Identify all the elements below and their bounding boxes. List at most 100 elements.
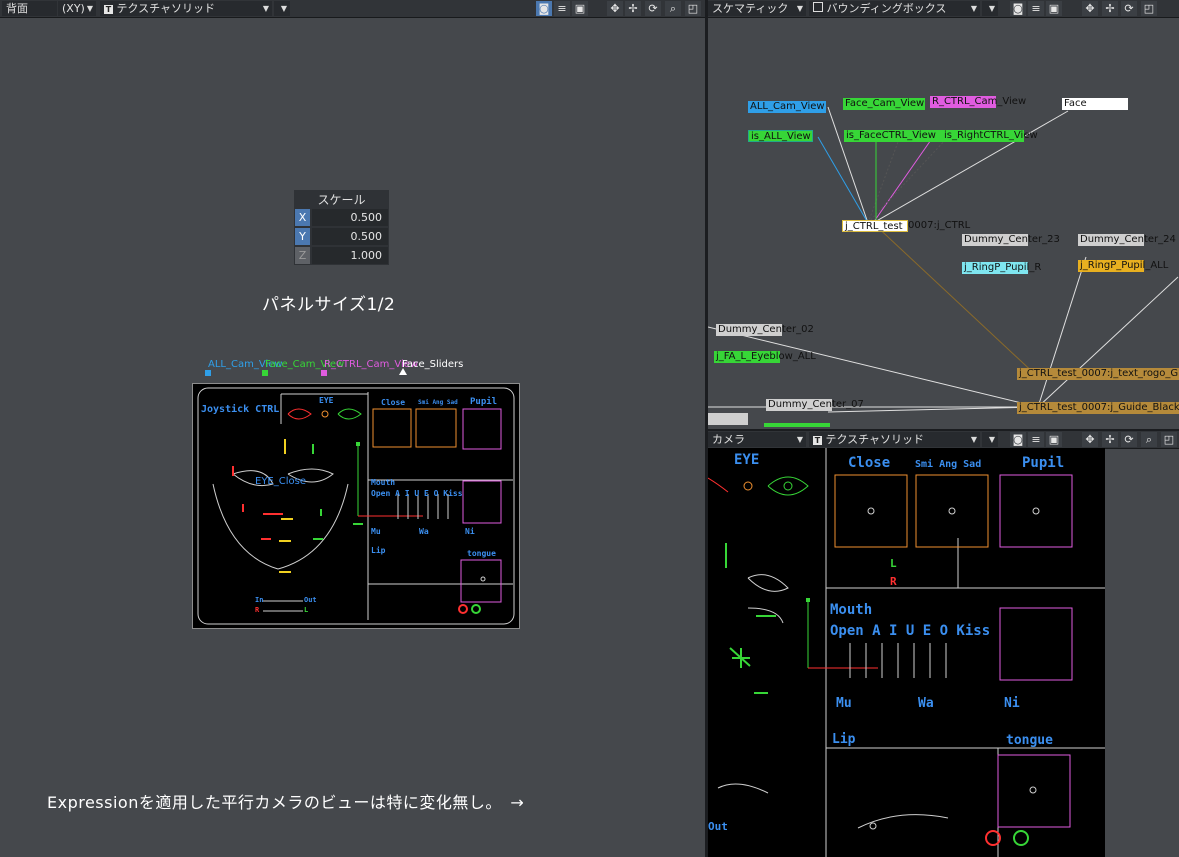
- schem-node-text-rogo[interactable]: j_CTRL_test_0007:j_text_rogo_Gl: [1017, 368, 1179, 380]
- viewport-header: スケマティック ▼ バウンディングボックス ▼ ▼ ◙ ≡ ▣ ✥ ✢ ⟳ ◰: [708, 0, 1179, 18]
- rotate-icon[interactable]: ⟳: [1121, 432, 1137, 447]
- mu-label: Mu: [371, 527, 381, 536]
- schem-node-dummy-center-24[interactable]: Dummy_Center_24: [1078, 234, 1176, 246]
- rotate-icon[interactable]: ⟳: [645, 1, 661, 16]
- tongue-label: tongue: [467, 549, 496, 558]
- schem-node-dummy-center-07[interactable]: Dummy_Center_07: [766, 399, 864, 411]
- null-marker[interactable]: [321, 370, 327, 376]
- scale-panel: スケール X 0.500 Y 0.500 Z 1.000: [294, 190, 389, 265]
- view-dropdown[interactable]: 背面: [2, 1, 57, 16]
- null-marker[interactable]: [262, 370, 268, 376]
- camera-icon[interactable]: ◙: [1010, 432, 1026, 447]
- wa-label: Wa: [419, 527, 429, 536]
- options-dropdown[interactable]: ▼: [982, 1, 998, 16]
- schem-node-is-all-view[interactable]: is_ALL_View: [748, 130, 813, 142]
- chevron-down-icon: ▼: [970, 4, 977, 13]
- camera-render[interactable]: EYE Close Smi Ang Sad Pupil Mouth Open A…: [708, 448, 1105, 857]
- save-icon[interactable]: ▣: [1046, 1, 1062, 16]
- cam-ni-label: Ni: [1004, 696, 1020, 711]
- view-dropdown[interactable]: カメラ ▼: [708, 432, 806, 447]
- scale-axis-z-label: Z: [295, 247, 310, 264]
- move-icon[interactable]: ✥: [1082, 432, 1098, 447]
- control-board-graphics: [197, 387, 515, 625]
- cam-smi-label: Smi Ang Sad: [915, 459, 982, 470]
- zoom-icon[interactable]: ⌕: [1141, 432, 1157, 447]
- move-icon[interactable]: ✥: [607, 1, 623, 16]
- null-marker[interactable]: [205, 370, 211, 376]
- schem-node-j-ctrl-test[interactable]: j_CTRL_test: [842, 220, 908, 232]
- pan-icon[interactable]: ✢: [625, 1, 641, 16]
- view-dropdown[interactable]: スケマティック ▼: [708, 1, 806, 16]
- smi-title: Smi Ang Sad: [418, 399, 458, 406]
- move-icon[interactable]: ✥: [1082, 1, 1098, 16]
- back-viewport[interactable]: 背面 (XY) ▼ T テクスチャソリッド ▼ ▼ ◙ ≡ ▣ ✥ ✢ ⟳ ⌕ ◰ …: [0, 0, 705, 857]
- schem-node-dummy-center-23[interactable]: Dummy_Center_23: [962, 234, 1060, 246]
- scale-z-field[interactable]: 1.000: [312, 247, 388, 264]
- chevron-down-icon: ▼: [988, 435, 995, 444]
- cam-r-label: R: [890, 575, 897, 588]
- caption-text: Expressionを適用した平行カメラのビューは特に変化無し。 →: [47, 793, 525, 812]
- save-icon[interactable]: ▣: [572, 1, 588, 16]
- scale-panel-title: スケール: [317, 193, 366, 207]
- camera-viewport[interactable]: カメラ ▼ T テクスチャソリッド ▼ ▼ ◙ ≡ ▣ ✥ ✢ ⟳ ⌕ ◰ EY…: [708, 431, 1179, 857]
- schem-node-is-rightctrl-view[interactable]: is_RightCTRL_View: [942, 130, 1038, 142]
- cam-out-label: Out: [708, 820, 728, 833]
- chevron-down-icon: ▼: [86, 4, 93, 13]
- schematic-viewport[interactable]: スケマティック ▼ バウンディングボックス ▼ ▼ ◙ ≡ ▣ ✥ ✢ ⟳ ◰ AL…: [708, 0, 1179, 429]
- panel-size-caption: パネルサイズ1/2: [262, 295, 396, 315]
- schem-node-partial[interactable]: [708, 413, 748, 425]
- list-icon[interactable]: ≡: [1028, 1, 1044, 16]
- view-dropdown-label: カメラ: [712, 433, 745, 446]
- in-label: In: [255, 596, 264, 604]
- schem-node-all-cam-view[interactable]: ALL_Cam_View: [748, 101, 826, 113]
- scale-row-x[interactable]: X 0.500: [295, 209, 388, 227]
- view-dropdown-label: 背面: [6, 2, 28, 15]
- schem-node-rctrl-cam-view[interactable]: R_CTRL_Cam_View: [930, 96, 1026, 108]
- face-control-board[interactable]: Joystick CTRL EYE Close Smi Ang Sad Pupi…: [192, 383, 520, 629]
- options-dropdown[interactable]: ▼: [982, 432, 998, 447]
- box-icon: [813, 2, 823, 12]
- rotate-icon[interactable]: ⟳: [1121, 1, 1137, 16]
- list-icon[interactable]: ≡: [554, 1, 570, 16]
- shading-dropdown[interactable]: T テクスチャソリッド ▼: [809, 432, 980, 447]
- texture-icon: T: [104, 5, 113, 14]
- ni-label: Ni: [465, 527, 475, 536]
- cam-vowels-label: Open A I U E O Kiss: [830, 623, 991, 639]
- cam-lip-label: Lip: [832, 732, 856, 747]
- schem-node-face[interactable]: Face: [1062, 98, 1128, 110]
- cam-l-label: L: [890, 557, 897, 570]
- maximize-icon[interactable]: ◰: [1161, 432, 1177, 447]
- list-icon[interactable]: ≡: [1028, 432, 1044, 447]
- shading-dropdown[interactable]: T テクスチャソリッド ▼: [100, 1, 272, 16]
- close-title: Close: [381, 398, 406, 407]
- schem-node-ringp-pupil-all[interactable]: j_RingP_Pupil_ALL: [1078, 260, 1168, 272]
- scale-row-z[interactable]: Z 1.000: [295, 247, 388, 265]
- scale-y-field[interactable]: 0.500: [312, 228, 388, 245]
- schem-node-is-facectrl-view[interactable]: is_FaceCTRL_View: [844, 130, 942, 142]
- zoom-icon[interactable]: ⌕: [665, 1, 681, 16]
- camera-render-graphics: [708, 448, 1105, 857]
- options-dropdown[interactable]: ▼: [274, 1, 290, 16]
- schem-node-face-cam-view[interactable]: Face_Cam_View: [843, 98, 925, 110]
- schem-node-fa-l-eyeblow-all[interactable]: j_FA_L_Eyeblow_ALL: [714, 351, 816, 363]
- maximize-icon[interactable]: ◰: [1141, 1, 1157, 16]
- mode-dropdown[interactable]: バウンディングボックス ▼: [809, 1, 980, 16]
- camera-icon[interactable]: ◙: [536, 1, 552, 16]
- axis-dropdown[interactable]: (XY) ▼: [58, 1, 96, 16]
- cam-close-label: Close: [848, 455, 891, 471]
- scale-axis-x-label: X: [295, 209, 310, 226]
- maximize-icon[interactable]: ◰: [685, 1, 701, 16]
- camera-icon[interactable]: ◙: [1010, 1, 1026, 16]
- scale-row-y[interactable]: Y 0.500: [295, 228, 388, 246]
- schem-node-dummy-center-02[interactable]: Dummy_Center_02: [716, 324, 814, 336]
- scale-x-field[interactable]: 0.500: [312, 209, 388, 226]
- cam-eye-label: EYE: [734, 452, 760, 468]
- schem-node-ringp-pupil-r[interactable]: j_RingP_Pupil_R: [962, 262, 1041, 274]
- save-icon[interactable]: ▣: [1046, 432, 1062, 447]
- r-label: R: [255, 606, 260, 614]
- pan-icon[interactable]: ✢: [1102, 1, 1118, 16]
- schem-node-guide-black[interactable]: j_CTRL_test_0007:j_Guide_Black: [1017, 402, 1179, 414]
- schem-node-partial[interactable]: [764, 423, 830, 427]
- pan-icon[interactable]: ✢: [1102, 432, 1118, 447]
- view-dropdown-label: スケマティック: [712, 2, 789, 15]
